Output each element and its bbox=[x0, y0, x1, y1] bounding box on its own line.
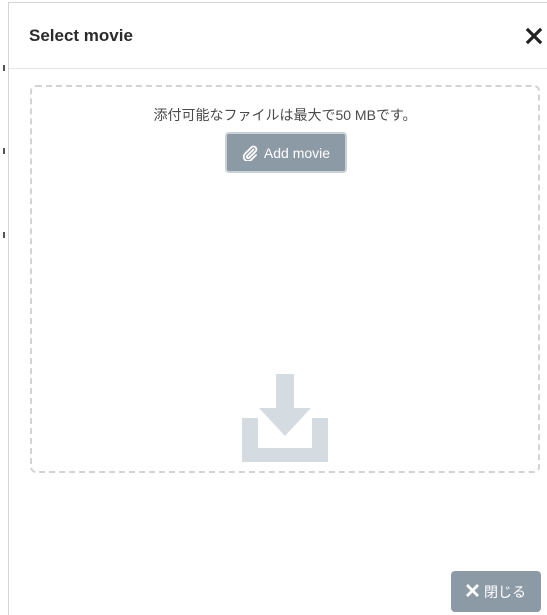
modal-title: Select movie bbox=[29, 26, 133, 45]
add-movie-label: Add movie bbox=[263, 144, 331, 161]
background-edge-mark bbox=[3, 148, 5, 154]
modal-header: Select movie bbox=[9, 3, 547, 69]
file-dropzone[interactable]: 添付可能なファイルは最大で50 MBです。 Add movie bbox=[30, 85, 540, 473]
close-button-label: 閉じる bbox=[484, 583, 526, 600]
paperclip-icon bbox=[242, 145, 258, 161]
close-button[interactable]: 閉じる bbox=[451, 571, 541, 612]
add-movie-button[interactable]: Add movie bbox=[225, 132, 347, 173]
background-edge-mark bbox=[3, 232, 5, 238]
close-icon[interactable] bbox=[525, 27, 543, 45]
download-icon bbox=[238, 372, 332, 464]
file-size-limit-text: 添付可能なファイルは最大で50 MBです。 bbox=[153, 107, 417, 123]
background-edge-mark bbox=[3, 65, 5, 71]
close-icon bbox=[466, 583, 479, 600]
select-movie-modal: Select movie 添付可能なファイルは最大で50 MBです。 Add m… bbox=[8, 2, 547, 615]
